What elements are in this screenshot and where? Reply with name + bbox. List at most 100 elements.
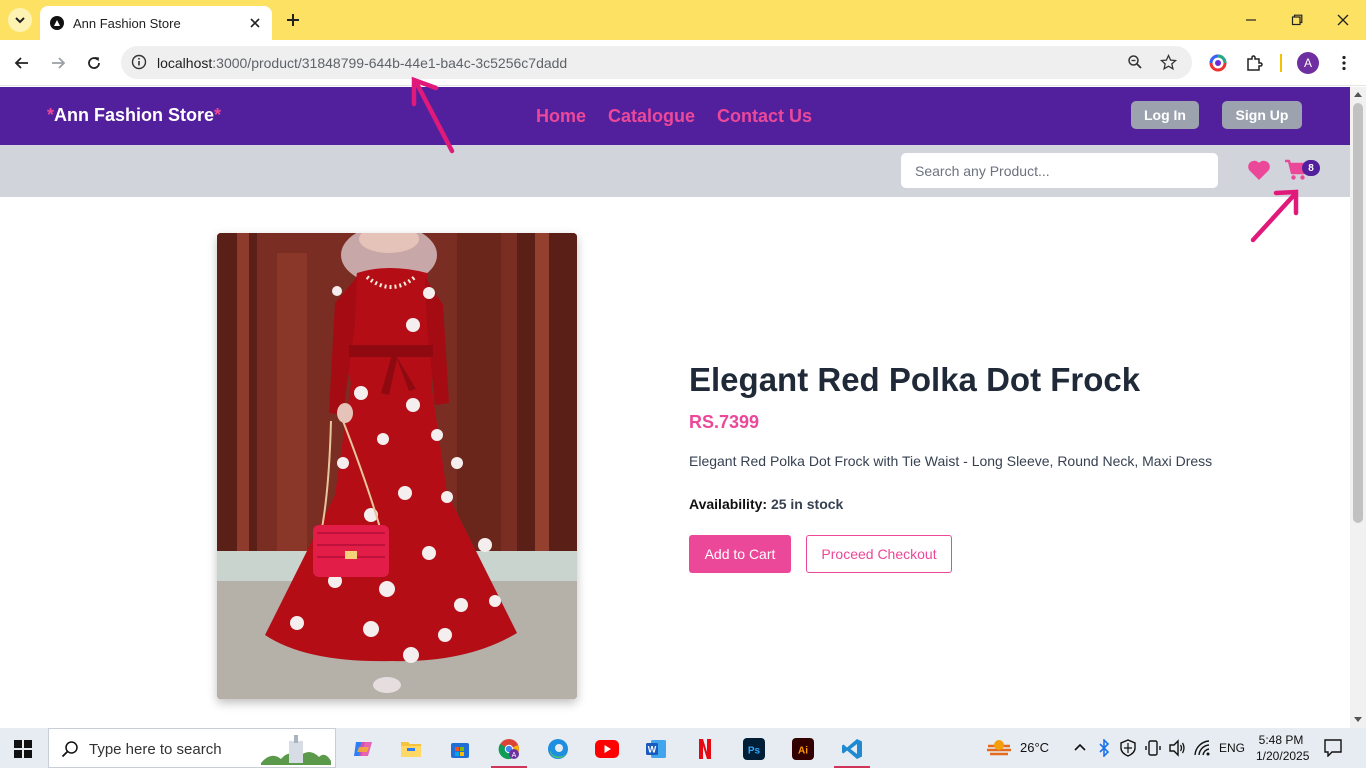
- photoshop-icon: Ps: [743, 738, 765, 760]
- product-description: Elegant Red Polka Dot Frock with Tie Wai…: [689, 453, 1213, 469]
- product-search-input[interactable]: [901, 153, 1218, 188]
- restore-button[interactable]: [1274, 0, 1320, 40]
- taskbar-word[interactable]: W: [635, 732, 677, 766]
- svg-text:Ps: Ps: [748, 746, 761, 757]
- site-info-button[interactable]: [129, 52, 149, 72]
- site-navbar: *Ann Fashion Store* Home Catalogue Conta…: [0, 87, 1350, 145]
- vscode-icon: [842, 739, 862, 759]
- search-icon: [61, 741, 78, 758]
- browser-menu-button[interactable]: [1331, 50, 1357, 76]
- nav-catalogue-link[interactable]: Catalogue: [608, 106, 695, 127]
- taskbar-chrome[interactable]: A: [488, 732, 530, 768]
- brand-name: Ann Fashion Store: [54, 105, 215, 125]
- taskbar-photoshop[interactable]: Ps: [733, 732, 775, 766]
- edge-icon: [548, 739, 568, 759]
- tab-close-button[interactable]: [246, 14, 264, 32]
- brand-star-right: *: [214, 105, 222, 125]
- system-clock[interactable]: 5:48 PM 1/20/2025: [1256, 732, 1310, 764]
- login-button[interactable]: Log In: [1131, 101, 1199, 129]
- profile-avatar[interactable]: A: [1297, 52, 1319, 74]
- taskbar-copilot[interactable]: [342, 732, 384, 766]
- cart-count-badge: 8: [1302, 160, 1320, 176]
- svg-text:W: W: [648, 745, 657, 755]
- site-logo[interactable]: *Ann Fashion Store*: [47, 105, 221, 126]
- taskbar-microsoft-store[interactable]: [439, 732, 481, 766]
- taskbar-vscode[interactable]: [831, 732, 873, 768]
- store-icon: [451, 743, 469, 758]
- star-icon: [1159, 53, 1177, 70]
- notification-icon[interactable]: [1324, 739, 1342, 757]
- taskbar-netflix[interactable]: [684, 732, 726, 766]
- arrow-right-icon: [52, 57, 66, 69]
- reload-button[interactable]: [81, 50, 107, 76]
- close-icon: [1337, 14, 1349, 26]
- url-text[interactable]: localhost:3000/product/31848799-644b-44e…: [157, 55, 567, 71]
- taskbar-edge[interactable]: [537, 732, 579, 766]
- illustrator-icon: Ai: [792, 738, 814, 760]
- tab-search-menu-button[interactable]: [8, 8, 32, 32]
- scroll-down-arrow-icon[interactable]: [1354, 717, 1362, 722]
- nav-home-link[interactable]: Home: [536, 106, 586, 127]
- brand-star-left: *: [47, 105, 55, 125]
- wishlist-heart-icon[interactable]: [1247, 159, 1271, 181]
- chrome-icon: A: [498, 739, 519, 760]
- nav-contact-link[interactable]: Contact Us: [717, 106, 812, 127]
- more-vertical-icon: [1342, 55, 1346, 71]
- product-title: Elegant Red Polka Dot Frock: [689, 361, 1141, 398]
- forward-button[interactable]: [45, 50, 71, 76]
- signup-button[interactable]: Sign Up: [1222, 101, 1302, 129]
- clock-date: 1/20/2025: [1256, 749, 1310, 763]
- svg-text:Ai: Ai: [798, 746, 808, 757]
- extensions-button[interactable]: [1241, 50, 1267, 76]
- close-icon: [250, 18, 260, 28]
- security-shield-icon[interactable]: [1120, 739, 1136, 757]
- url-host: localhost: [157, 55, 213, 71]
- site-favicon-icon: [50, 16, 64, 30]
- word-icon: W: [646, 740, 666, 758]
- new-tab-button[interactable]: [282, 9, 304, 31]
- input-language[interactable]: ENG: [1219, 741, 1245, 755]
- folder-icon: [401, 742, 421, 757]
- color-extension-button[interactable]: [1205, 50, 1231, 76]
- youtube-icon: [595, 740, 619, 758]
- add-to-cart-button[interactable]: Add to Cart: [689, 535, 791, 573]
- page-scrollbar[interactable]: [1350, 87, 1366, 728]
- minimize-button[interactable]: [1228, 0, 1274, 40]
- search-highlight-image-icon: [261, 735, 331, 765]
- availability-value: 25 in stock: [770, 496, 844, 512]
- taskbar-youtube[interactable]: [586, 732, 628, 766]
- copilot-icon: [354, 742, 372, 756]
- address-bar[interactable]: localhost:3000/product/31848799-644b-44e…: [121, 46, 1192, 79]
- scrollbar-thumb[interactable]: [1353, 103, 1363, 523]
- product-price: RS.7399: [689, 412, 760, 432]
- back-button[interactable]: [9, 50, 35, 76]
- weather-temperature[interactable]: 26°C: [1020, 740, 1049, 755]
- zoom-button[interactable]: [1125, 52, 1145, 72]
- windows-start-icon[interactable]: [14, 740, 32, 758]
- windows-taskbar: Type here to search A W Ps Ai 26°C ENG 5…: [0, 728, 1366, 768]
- tray-chevron-up-icon[interactable]: [1073, 742, 1087, 752]
- taskbar-search-text: Type here to search: [89, 741, 222, 758]
- taskbar-file-explorer[interactable]: [390, 732, 432, 766]
- reload-icon: [88, 57, 100, 69]
- netflix-icon: [699, 739, 711, 759]
- weather-icon[interactable]: [986, 738, 1012, 758]
- clock-time: 5:48 PM: [1258, 733, 1304, 747]
- network-icon[interactable]: [1194, 739, 1210, 757]
- volume-icon[interactable]: [1168, 739, 1186, 757]
- toolbar-separator: [1280, 54, 1282, 72]
- proceed-checkout-button[interactable]: Proceed Checkout: [806, 535, 952, 573]
- availability-label: Availability:: [689, 496, 768, 512]
- browser-tab[interactable]: Ann Fashion Store: [40, 6, 272, 40]
- bluetooth-icon[interactable]: [1098, 739, 1110, 757]
- bookmark-button[interactable]: [1158, 52, 1178, 72]
- puzzle-icon: [1247, 55, 1263, 71]
- taskbar-search-box[interactable]: Type here to search: [48, 728, 336, 768]
- search-bar-row: 8: [0, 145, 1350, 197]
- scroll-up-arrow-icon[interactable]: [1354, 92, 1362, 97]
- device-icon[interactable]: [1145, 740, 1161, 756]
- tab-title: Ann Fashion Store: [73, 15, 181, 31]
- close-window-button[interactable]: [1320, 0, 1366, 40]
- arrow-left-icon: [14, 57, 28, 69]
- taskbar-illustrator[interactable]: Ai: [782, 732, 824, 766]
